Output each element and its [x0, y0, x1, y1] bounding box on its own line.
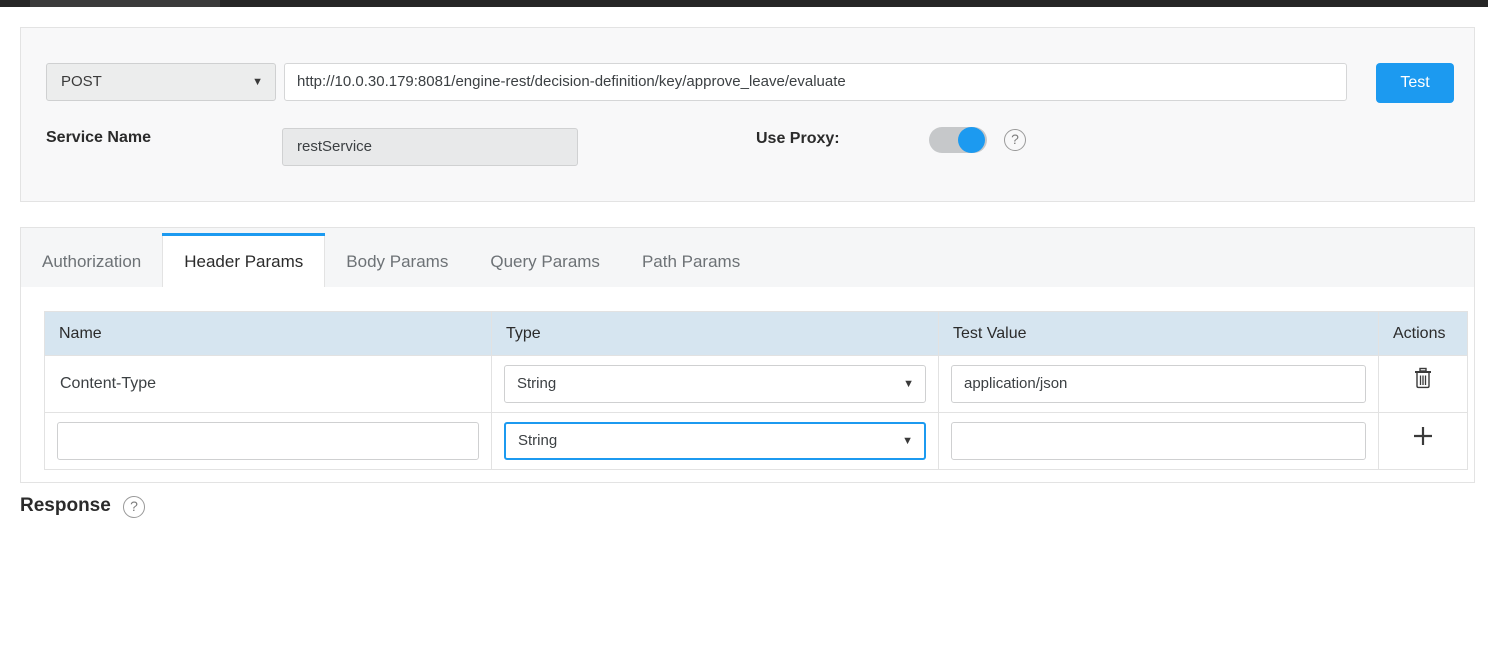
page-bottom-whitespace [0, 524, 1488, 646]
trash-icon [1413, 367, 1433, 389]
table-header-row: Name Type Test Value Actions [45, 312, 1468, 356]
column-header-test-value: Test Value [939, 312, 1379, 356]
tab-label: Header Params [184, 252, 303, 271]
request-url-input[interactable]: http://10.0.30.179:8081/engine-rest/deci… [284, 63, 1347, 101]
param-type-select[interactable]: String ▼ [504, 422, 926, 460]
response-help-wrap: ? [123, 496, 145, 518]
use-proxy-toggle-knob [958, 127, 985, 153]
service-name-label: Service Name [46, 128, 151, 148]
column-header-name: Name [45, 312, 492, 356]
request-panel: POST ▼ http://10.0.30.179:8081/engine-re… [20, 27, 1475, 202]
tab-header-params[interactable]: Header Params [162, 236, 325, 288]
header-params-table: Name Type Test Value Actions Content-Typ… [44, 311, 1468, 470]
cell-test-value: application/json [939, 356, 1379, 413]
cell-test-value [939, 413, 1379, 470]
page-root: POST ▼ http://10.0.30.179:8081/engine-re… [0, 7, 1488, 646]
tab-label: Body Params [346, 252, 448, 271]
column-header-type: Type [492, 312, 939, 356]
chevron-down-icon: ▼ [902, 424, 913, 458]
param-test-value-input[interactable]: application/json [951, 365, 1366, 403]
table-row: String ▼ [45, 413, 1468, 470]
table-row: Content-Type String ▼ application/json [45, 356, 1468, 413]
help-icon[interactable]: ? [1004, 129, 1026, 151]
tab-query-params[interactable]: Query Params [469, 236, 621, 288]
use-proxy-label: Use Proxy: [756, 129, 840, 149]
param-test-value-input[interactable] [951, 422, 1366, 460]
chevron-down-icon: ▼ [903, 366, 914, 402]
cell-name [45, 413, 492, 470]
cell-actions [1379, 413, 1468, 470]
delete-row-button[interactable] [1406, 367, 1440, 401]
params-tabbar: Authorization Header Params Body Params … [20, 227, 1475, 287]
help-icon[interactable]: ? [123, 496, 145, 518]
service-name-input[interactable]: restService [282, 128, 578, 166]
test-button[interactable]: Test [1376, 63, 1454, 103]
response-title: Response [20, 494, 111, 518]
plus-icon [1411, 424, 1435, 448]
tab-label: Path Params [642, 252, 740, 271]
cell-type: String ▼ [492, 413, 939, 470]
tab-authorization[interactable]: Authorization [21, 236, 162, 288]
use-proxy-help-wrap: ? [1004, 129, 1026, 151]
cell-actions [1379, 356, 1468, 413]
cell-name: Content-Type [45, 356, 492, 413]
param-type-select[interactable]: String ▼ [504, 365, 926, 403]
tab-list: Authorization Header Params Body Params … [21, 236, 761, 288]
tab-path-params[interactable]: Path Params [621, 236, 761, 288]
browser-top-bar [0, 0, 1488, 7]
browser-tab-ghost [30, 0, 220, 7]
http-method-select[interactable]: POST ▼ [46, 63, 276, 101]
use-proxy-toggle[interactable] [929, 127, 987, 153]
params-panel: Name Type Test Value Actions Content-Typ… [20, 287, 1475, 483]
param-name-text: Content-Type [57, 375, 479, 393]
param-name-input[interactable] [57, 422, 479, 460]
tab-body-params[interactable]: Body Params [325, 236, 469, 288]
add-row-button[interactable] [1406, 424, 1440, 458]
param-type-value: String [517, 375, 556, 392]
cell-type: String ▼ [492, 356, 939, 413]
response-section: Response ? [0, 494, 1488, 524]
chevron-down-icon: ▼ [252, 64, 263, 100]
column-header-actions: Actions [1379, 312, 1468, 356]
param-type-value: String [518, 432, 557, 449]
http-method-value: POST [61, 73, 102, 90]
tab-label: Authorization [42, 252, 141, 271]
tab-label: Query Params [490, 252, 600, 271]
